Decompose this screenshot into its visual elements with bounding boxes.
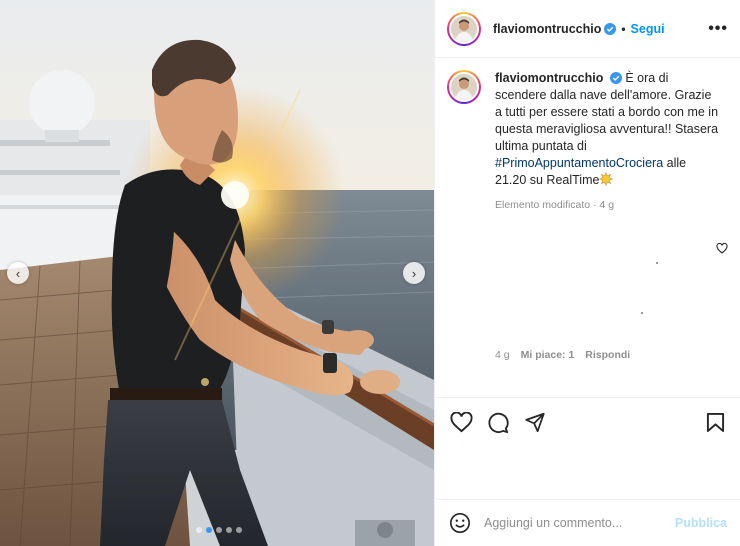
carousel-dot <box>196 527 202 533</box>
carousel-dot <box>226 527 232 533</box>
post-side-panel: flaviomontrucchio • Segui ••• flaviomont… <box>434 0 740 546</box>
more-options-icon[interactable]: ••• <box>708 20 728 38</box>
comment-icon[interactable] <box>487 412 509 434</box>
chevron-left-icon: ‹ <box>15 265 21 281</box>
caption-block: flaviomontrucchio È ora di scendere dall… <box>435 58 740 189</box>
caption-text: flaviomontrucchio È ora di scendere dall… <box>495 70 720 189</box>
photo-scene <box>0 0 434 546</box>
post-header: flaviomontrucchio • Segui ••• <box>435 0 740 58</box>
comment-like-heart-icon[interactable] <box>716 243 728 254</box>
caption-avatar[interactable] <box>447 70 481 104</box>
carousel-prev-button[interactable]: ‹ <box>7 262 29 284</box>
verified-badge-icon <box>604 22 617 35</box>
verified-badge-icon <box>609 72 622 84</box>
edited-timestamp: Elemento modificato · 4 g <box>495 199 615 211</box>
caption-hashtag-link[interactable]: #PrimoAppuntamentoCrociera <box>495 156 663 170</box>
comment-meta: 4 g Mi piace: 1 Rispondi <box>495 349 630 361</box>
carousel-next-button[interactable]: › <box>403 262 425 284</box>
emoji-icon[interactable] <box>449 512 471 534</box>
blank-comment-text <box>641 312 643 314</box>
author-username[interactable]: flaviomontrucchio <box>493 22 601 36</box>
bookmark-icon[interactable] <box>706 412 725 433</box>
post-actions-bar <box>435 397 740 449</box>
sun-emoji <box>599 172 613 186</box>
blank-comment-text <box>656 262 658 264</box>
header-separator: • <box>621 21 626 36</box>
post-photo[interactable]: ‹ › <box>0 0 434 546</box>
heart-icon[interactable] <box>450 412 473 433</box>
follow-button[interactable]: Segui <box>631 22 665 36</box>
author-avatar[interactable] <box>447 11 481 46</box>
send-icon[interactable] <box>524 412 546 433</box>
carousel-indicator <box>196 527 242 533</box>
chevron-right-icon: › <box>411 265 417 281</box>
comment-time: 4 g <box>495 349 510 361</box>
carousel-dot-active <box>206 527 212 533</box>
carousel-dot <box>236 527 242 533</box>
add-comment-bar: Pubblica <box>435 499 740 546</box>
caption-username[interactable]: flaviomontrucchio <box>495 71 603 85</box>
publish-button[interactable]: Pubblica <box>675 516 727 530</box>
avatar-image <box>451 74 477 100</box>
comment-input[interactable] <box>484 516 649 530</box>
carousel-dot <box>216 527 222 533</box>
avatar-image <box>451 15 477 42</box>
reply-button[interactable]: Rispondi <box>585 349 630 361</box>
comment-likes-count[interactable]: Mi piace: 1 <box>521 349 575 361</box>
